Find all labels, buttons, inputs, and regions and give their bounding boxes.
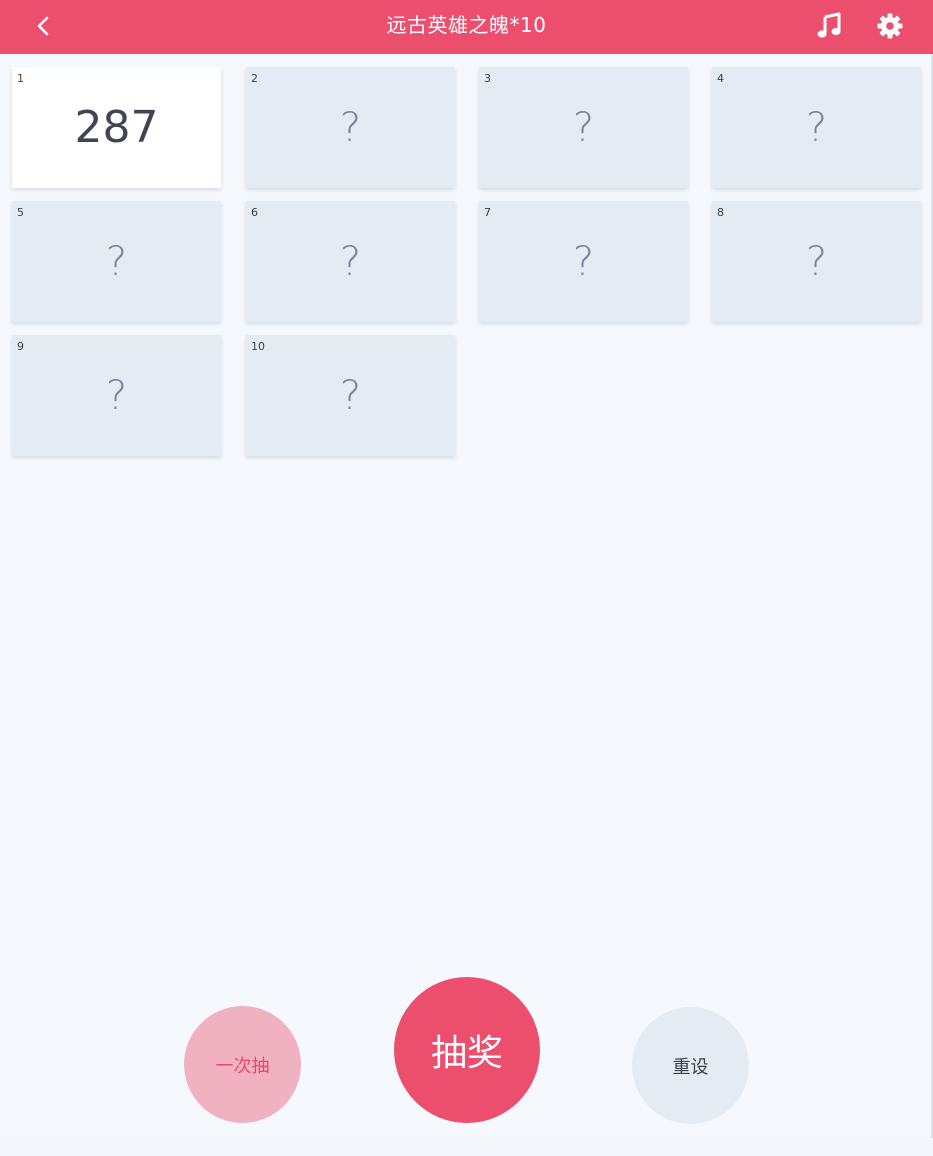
gear-icon bbox=[877, 13, 903, 39]
card-value: ? bbox=[105, 238, 128, 285]
card-8[interactable]: 8 ? bbox=[712, 201, 921, 322]
music-note-icon bbox=[817, 12, 841, 38]
card-value: ? bbox=[339, 238, 362, 285]
card-value: ? bbox=[572, 104, 595, 151]
header-bar: 远古英雄之魄*10 bbox=[0, 0, 933, 54]
card-value: ? bbox=[805, 238, 828, 285]
card-6[interactable]: 6 ? bbox=[246, 201, 455, 322]
card-10[interactable]: 10 ? bbox=[246, 335, 455, 456]
card-5[interactable]: 5 ? bbox=[12, 201, 221, 322]
card-7[interactable]: 7 ? bbox=[479, 201, 688, 322]
card-9[interactable]: 9 ? bbox=[12, 335, 221, 456]
card-value: ? bbox=[105, 372, 128, 419]
music-button[interactable] bbox=[810, 7, 848, 45]
card-value: ? bbox=[572, 238, 595, 285]
card-4[interactable]: 4 ? bbox=[712, 67, 921, 188]
card-3[interactable]: 3 ? bbox=[479, 67, 688, 188]
card-value: ? bbox=[805, 104, 828, 151]
draw-button[interactable]: 抽奖 bbox=[394, 977, 540, 1123]
card-value: ? bbox=[339, 372, 362, 419]
card-value: 287 bbox=[74, 102, 159, 153]
card-2[interactable]: 2 ? bbox=[246, 67, 455, 188]
draw-once-button[interactable]: 一次抽 bbox=[184, 1006, 301, 1123]
app-root: 远古英雄之魄*10 1 287 2 ? 3 ? 4 ? 5 ? 6 ? 7 ? … bbox=[0, 0, 933, 1156]
bottom-safe-area bbox=[0, 1138, 933, 1156]
card-1[interactable]: 1 287 bbox=[12, 67, 221, 188]
settings-button[interactable] bbox=[870, 6, 910, 46]
reset-button[interactable]: 重设 bbox=[632, 1007, 749, 1124]
card-value: ? bbox=[339, 104, 362, 151]
page-title: 远古英雄之魄*10 bbox=[386, 13, 547, 37]
